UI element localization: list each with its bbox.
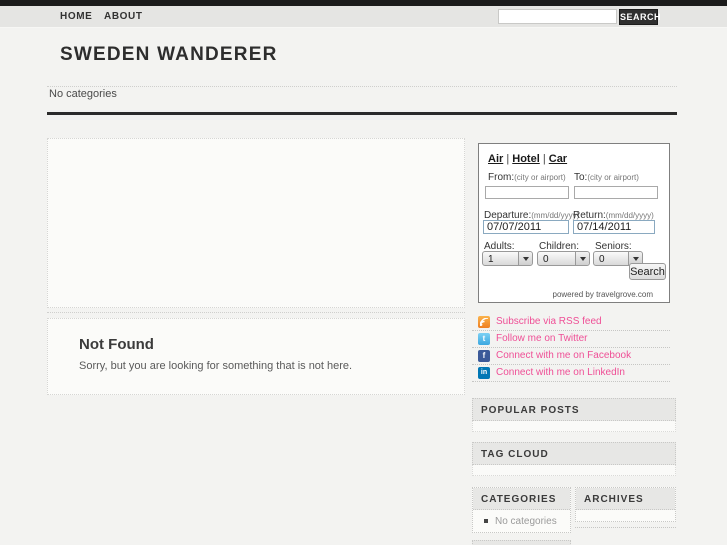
nav-item-about[interactable]: ABOUT bbox=[104, 11, 143, 22]
header-thick-divider bbox=[47, 112, 677, 115]
archives-header: ARCHIVES bbox=[576, 488, 675, 510]
seniors-value: 0 bbox=[599, 254, 605, 265]
nav-item-home[interactable]: HOME bbox=[60, 11, 92, 22]
linkedin-icon: in bbox=[478, 367, 490, 379]
tag-cloud-empty bbox=[472, 465, 676, 476]
not-found-box: Not Found Sorry, but you are looking for… bbox=[47, 318, 465, 395]
tag-cloud-header: TAG CLOUD bbox=[472, 442, 676, 465]
powered-by-text: powered by travelgrove.com bbox=[552, 290, 654, 299]
to-label: To:(city or airport) bbox=[574, 172, 639, 183]
navbar: HOME ABOUT SEARCH bbox=[0, 6, 727, 28]
not-found-title: Not Found bbox=[79, 336, 154, 353]
social-link-rss[interactable]: Subscribe via RSS feed bbox=[472, 314, 670, 331]
return-hint: (mm/dd/yyyy) bbox=[605, 211, 654, 220]
from-input[interactable] bbox=[485, 186, 569, 199]
social-links-list: Subscribe via RSS feed t Follow me on Tw… bbox=[472, 314, 670, 382]
popular-posts-header: POPULAR POSTS bbox=[472, 398, 676, 421]
return-date-input[interactable] bbox=[573, 220, 655, 234]
tab-separator: | bbox=[542, 153, 546, 165]
travel-search-widget: Air | Hotel | Car From:(city or airport)… bbox=[478, 143, 670, 303]
page: HOME ABOUT SEARCH SWEDEN WANDERER No cat… bbox=[0, 0, 727, 545]
social-link-label: Connect with me on LinkedIn bbox=[496, 367, 625, 378]
tab-separator: | bbox=[506, 153, 510, 165]
content-dotted-divider bbox=[47, 312, 465, 313]
tab-air[interactable]: Air bbox=[488, 153, 503, 165]
departure-date-input[interactable] bbox=[483, 220, 569, 234]
tab-hotel[interactable]: Hotel bbox=[512, 153, 540, 165]
social-link-facebook[interactable]: f Connect with me on Facebook bbox=[472, 348, 670, 365]
categories-header: CATEGORIES bbox=[473, 488, 570, 510]
partial-bottom-widget bbox=[472, 540, 571, 545]
header-dotted-divider bbox=[47, 86, 677, 87]
popular-posts-empty bbox=[472, 421, 676, 432]
social-link-label: Connect with me on Facebook bbox=[496, 350, 632, 361]
archives-dotted-divider bbox=[575, 527, 676, 528]
chevron-down-icon bbox=[518, 252, 532, 265]
adults-select[interactable]: 1 bbox=[482, 251, 533, 266]
from-label: From:(city or airport) bbox=[488, 172, 566, 183]
categories-widget: CATEGORIES No categories bbox=[472, 487, 571, 533]
topbar-search-button[interactable]: SEARCH bbox=[619, 9, 661, 25]
children-value: 0 bbox=[543, 254, 549, 265]
travel-widget-tabs: Air | Hotel | Car bbox=[488, 153, 567, 165]
categories-list-item: No categories bbox=[473, 510, 570, 527]
archives-widget: ARCHIVES bbox=[575, 487, 676, 522]
square-bullet-icon bbox=[484, 519, 488, 523]
site-title[interactable]: SWEDEN WANDERER bbox=[60, 44, 278, 66]
topbar-search-input[interactable] bbox=[498, 9, 617, 24]
social-link-label: Subscribe via RSS feed bbox=[496, 316, 602, 327]
tab-car[interactable]: Car bbox=[549, 153, 567, 165]
from-hint: (city or airport) bbox=[514, 173, 566, 182]
adults-value: 1 bbox=[488, 254, 494, 265]
to-hint: (city or airport) bbox=[587, 173, 639, 182]
children-select[interactable]: 0 bbox=[537, 251, 590, 266]
empty-content-box bbox=[47, 138, 465, 308]
rss-icon bbox=[478, 316, 490, 328]
chevron-down-icon bbox=[575, 252, 589, 265]
twitter-icon: t bbox=[478, 333, 490, 345]
to-input[interactable] bbox=[574, 186, 658, 199]
widget-search-button[interactable]: Search bbox=[629, 263, 666, 280]
subnav-no-categories: No categories bbox=[49, 88, 117, 100]
facebook-icon: f bbox=[478, 350, 490, 362]
not-found-message: Sorry, but you are looking for something… bbox=[79, 360, 353, 372]
social-link-twitter[interactable]: t Follow me on Twitter bbox=[472, 331, 670, 348]
social-link-linkedin[interactable]: in Connect with me on LinkedIn bbox=[472, 365, 670, 382]
social-link-label: Follow me on Twitter bbox=[496, 333, 588, 344]
